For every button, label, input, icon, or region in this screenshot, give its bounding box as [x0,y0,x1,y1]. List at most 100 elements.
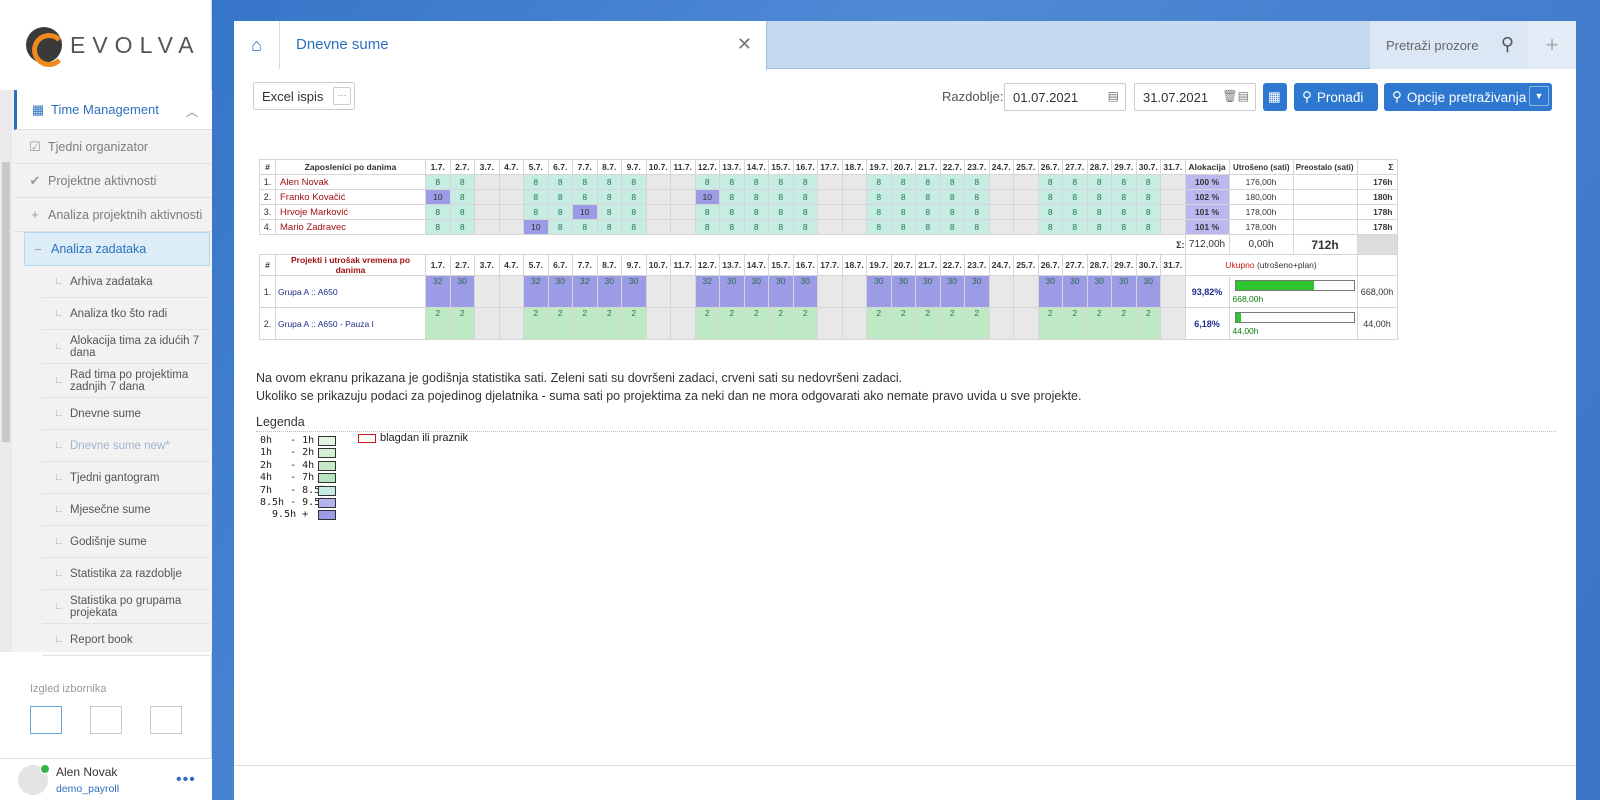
project-hours-cell[interactable]: 2 [768,307,794,340]
hours-cell[interactable] [1160,189,1186,205]
hours-cell[interactable] [817,174,843,190]
hours-cell[interactable]: 8 [1111,219,1137,235]
project-hours-cell[interactable]: 32 [425,275,451,308]
layout-full-icon[interactable] [30,706,62,734]
employee-name[interactable]: Alen Novak [275,174,426,190]
project-hours-cell[interactable]: 2 [572,307,598,340]
project-hours-cell[interactable] [841,275,867,308]
hours-cell[interactable]: 8 [572,174,598,190]
hours-cell[interactable]: 10 [523,219,549,235]
project-name[interactable]: Grupa A :: A650 - Pauza I [275,307,426,340]
hours-cell[interactable]: 8 [915,204,941,220]
hours-cell[interactable]: 8 [425,219,451,235]
new-tab-icon[interactable]: + [1528,21,1576,69]
project-hours-cell[interactable] [988,275,1014,308]
more-icon[interactable]: ··· [333,87,351,105]
hours-cell[interactable]: 8 [964,219,990,235]
subitem-alokacija-tima[interactable]: Alokacija tima za idućih 7 dana [42,330,210,364]
hours-cell[interactable]: 8 [1135,219,1161,235]
project-hours-cell[interactable] [1013,275,1039,308]
hours-cell[interactable]: 8 [1037,204,1063,220]
project-hours-cell[interactable]: 2 [1135,307,1161,340]
project-hours-cell[interactable]: 2 [449,307,475,340]
hours-cell[interactable]: 8 [866,174,892,190]
hours-cell[interactable]: 8 [743,189,769,205]
project-hours-cell[interactable] [645,307,671,340]
hours-cell[interactable]: 8 [596,219,622,235]
hours-cell[interactable]: 10 [694,189,720,205]
hours-cell[interactable]: 8 [523,174,549,190]
project-hours-cell[interactable]: 30 [596,275,622,308]
hours-cell[interactable]: 8 [547,219,573,235]
hours-cell[interactable]: 8 [1086,189,1112,205]
project-hours-cell[interactable]: 2 [621,307,647,340]
hours-cell[interactable]: 8 [964,174,990,190]
hours-cell[interactable]: 8 [1086,174,1112,190]
hours-cell[interactable]: 8 [425,204,451,220]
project-hours-cell[interactable]: 30 [1086,275,1112,308]
project-hours-cell[interactable]: 30 [621,275,647,308]
hours-cell[interactable]: 10 [572,204,598,220]
evolva-logo[interactable]: EVOLVA [0,0,211,90]
project-hours-cell[interactable]: 2 [1111,307,1137,340]
hours-cell[interactable]: 8 [768,189,794,205]
project-hours-cell[interactable] [474,275,500,308]
hours-cell[interactable]: 8 [890,219,916,235]
project-hours-cell[interactable] [1160,275,1186,308]
project-hours-cell[interactable] [670,307,696,340]
project-hours-cell[interactable]: 2 [523,307,549,340]
hours-cell[interactable] [474,174,500,190]
hours-cell[interactable]: 8 [449,204,475,220]
project-hours-cell[interactable]: 32 [572,275,598,308]
menu-analiza-projektnih-aktivnosti[interactable]: + Analiza projektnih aktivnosti [14,198,212,232]
hours-cell[interactable]: 8 [596,204,622,220]
hours-cell[interactable] [841,189,867,205]
hours-cell[interactable]: 8 [939,189,965,205]
project-hours-cell[interactable]: 2 [792,307,818,340]
home-icon[interactable]: ⌂ [234,21,280,69]
find-button[interactable]: ⚲ Pronađi [1294,83,1378,111]
subitem-report-book[interactable]: Report book [42,624,210,656]
avatar[interactable] [18,764,50,795]
hours-cell[interactable] [1013,204,1039,220]
project-hours-cell[interactable] [1013,307,1039,340]
hours-cell[interactable] [1013,189,1039,205]
project-hours-cell[interactable]: 30 [792,275,818,308]
hours-cell[interactable]: 8 [1062,174,1088,190]
hours-cell[interactable]: 8 [547,174,573,190]
hours-cell[interactable]: 8 [572,219,598,235]
hours-cell[interactable]: 8 [768,219,794,235]
chevron-down-icon[interactable]: ▼ [1529,86,1549,106]
sidebar-scrollbar[interactable] [0,90,12,652]
hours-cell[interactable]: 8 [547,204,573,220]
project-hours-cell[interactable]: 2 [1037,307,1063,340]
hours-cell[interactable]: 8 [915,174,941,190]
project-hours-cell[interactable]: 30 [1135,275,1161,308]
calendar-icon[interactable]: ▤ [1108,89,1119,103]
menu-time-management[interactable]: ▦ Time Management ︿ [14,90,212,130]
hours-cell[interactable]: 8 [621,174,647,190]
hours-cell[interactable]: 8 [743,174,769,190]
hours-cell[interactable]: 8 [694,174,720,190]
subitem-dnevne-sume[interactable]: Dnevne sume [42,398,210,430]
hours-cell[interactable] [498,189,524,205]
hours-cell[interactable]: 8 [523,189,549,205]
hours-cell[interactable]: 8 [768,204,794,220]
hours-cell[interactable]: 8 [866,219,892,235]
hours-cell[interactable] [817,204,843,220]
project-hours-cell[interactable]: 30 [1111,275,1137,308]
excel-export-button[interactable]: Excel ispis ··· [253,82,355,110]
hours-cell[interactable]: 8 [915,189,941,205]
project-hours-cell[interactable]: 30 [743,275,769,308]
close-icon[interactable]: ✕ [737,34,752,55]
hours-cell[interactable] [670,219,696,235]
hours-cell[interactable]: 8 [866,204,892,220]
layout-compact-icon[interactable] [90,706,122,734]
hours-cell[interactable]: 8 [964,189,990,205]
hours-cell[interactable]: 8 [866,189,892,205]
hours-cell[interactable]: 8 [890,189,916,205]
project-hours-cell[interactable] [1160,307,1186,340]
project-hours-cell[interactable]: 2 [964,307,990,340]
hours-cell[interactable]: 8 [621,204,647,220]
hours-cell[interactable] [645,174,671,190]
